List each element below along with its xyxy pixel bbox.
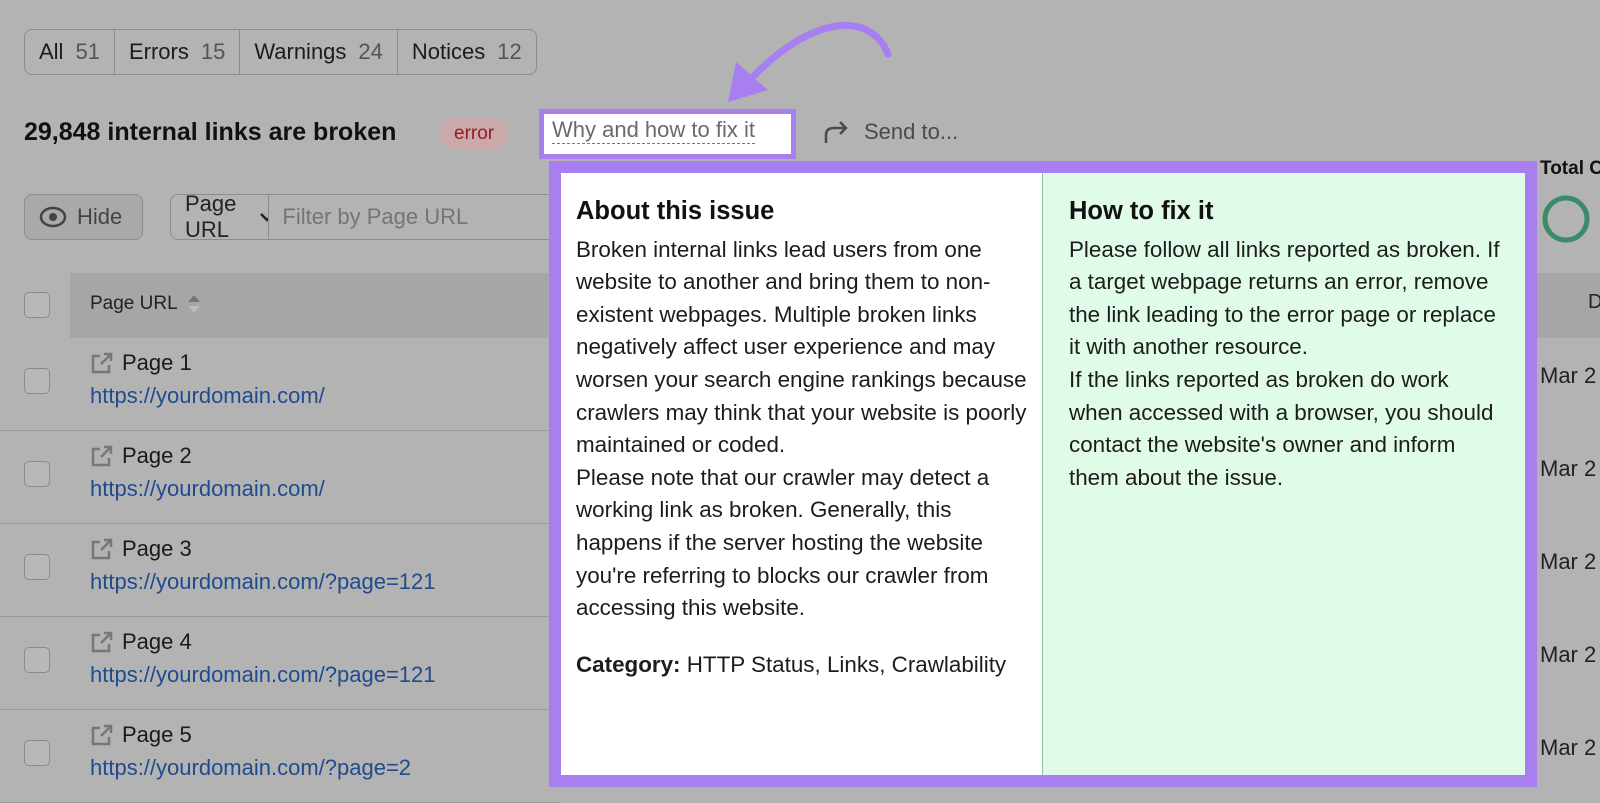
page-title: Page 5 <box>122 722 192 747</box>
annotation-arrow-icon <box>728 22 892 102</box>
how-to-fix-section: How to fix it Please follow all links re… <box>1043 173 1525 775</box>
table-row: Page 1 https://yourdomain.com/ <box>0 338 560 431</box>
page-url-link[interactable]: https://yourdomain.com/?page=2 <box>90 755 411 781</box>
category: Category: HTTP Status, Links, Crawlabili… <box>576 649 1028 682</box>
issue-info-popup: About this issue Broken internal links l… <box>549 161 1537 787</box>
why-and-how-to-fix-link[interactable]: Why and how to fix it <box>539 109 796 159</box>
row-checkbox[interactable] <box>24 368 50 394</box>
page-title: Page 2 <box>122 443 192 468</box>
date-column-header: D <box>1588 291 1600 313</box>
external-link-icon[interactable] <box>90 724 114 746</box>
page-label: Page 4 <box>90 629 192 655</box>
page-label: Page 3 <box>90 536 192 562</box>
why-link-text: Why and how to fix it <box>552 117 755 144</box>
tab-label: Warnings <box>254 39 347 64</box>
page-url-link[interactable]: https://yourdomain.com/ <box>90 383 325 409</box>
tab-count: 12 <box>497 39 522 64</box>
page-url-link[interactable]: https://yourdomain.com/ <box>90 476 325 502</box>
page-title: Page 3 <box>122 536 192 561</box>
row-checkbox[interactable] <box>24 740 50 766</box>
page-title: Page 4 <box>122 629 192 654</box>
row-date: Mar 2 <box>1540 735 1597 760</box>
sort-icon <box>187 295 200 313</box>
issue-title: 29,848 internal links are broken <box>24 118 397 146</box>
filter-input[interactable] <box>269 195 571 239</box>
about-paragraph: Broken internal links lead users from on… <box>576 236 1027 458</box>
external-link-icon[interactable] <box>90 352 114 374</box>
page-label: Page 5 <box>90 722 192 748</box>
page-url-link[interactable]: https://yourdomain.com/?page=121 <box>90 569 436 595</box>
table-row: Page 4 https://yourdomain.com/?page=121 <box>0 617 560 710</box>
page-label: Page 2 <box>90 443 192 469</box>
page-label: Page 1 <box>90 350 192 376</box>
tab-count: 15 <box>200 39 226 64</box>
fix-paragraph: If the links reported as broken do work … <box>1069 366 1494 490</box>
fix-paragraph: Please follow all links reported as brok… <box>1069 236 1500 360</box>
column-select[interactable]: Page URL <box>171 191 270 242</box>
fix-title: How to fix it <box>1069 197 1214 225</box>
tab-label: Errors <box>128 39 189 64</box>
table-row: Page 3 https://yourdomain.com/?page=121 <box>0 524 560 617</box>
header-label: Page URL <box>90 293 178 314</box>
category-value: HTTP Status, Links, Crawlability <box>686 651 1007 677</box>
external-link-icon[interactable] <box>90 538 114 560</box>
row-checkbox[interactable] <box>24 647 50 673</box>
row-date: Mar 2 <box>1540 363 1597 388</box>
tab-errors[interactable]: Errors 15 <box>115 30 241 74</box>
tab-label: Notices <box>411 39 486 64</box>
total-donut-icon <box>1542 195 1590 243</box>
row-date: Mar 2 <box>1540 549 1597 574</box>
about-issue-section: About this issue Broken internal links l… <box>561 173 1043 775</box>
external-link-icon[interactable] <box>90 631 114 653</box>
chevron-down-icon <box>260 213 269 222</box>
table-row: Page 2 https://yourdomain.com/ <box>0 431 560 524</box>
about-title: About this issue <box>576 197 775 225</box>
row-checkbox[interactable] <box>24 554 50 580</box>
tab-all[interactable]: All 51 <box>25 30 115 74</box>
category-label: Category: <box>576 651 681 677</box>
table-row: Page 5 https://yourdomain.com/?page=2 <box>0 710 560 803</box>
page-url-column-header[interactable]: Page URL <box>90 293 202 315</box>
page-title: Page 1 <box>122 350 192 375</box>
hide-label: Hide <box>77 204 123 229</box>
issue-filter-tabs: All 51 Errors 15 Warnings 24 Notices 12 <box>24 29 537 75</box>
row-checkbox[interactable] <box>24 461 50 487</box>
select-all-checkbox[interactable] <box>24 292 50 318</box>
tab-warnings[interactable]: Warnings 24 <box>240 30 398 74</box>
row-date: Mar 2 <box>1540 456 1597 481</box>
filter-bar: Page URL <box>170 191 571 242</box>
tab-count: 24 <box>358 39 383 64</box>
error-badge: error <box>440 118 509 150</box>
page-url-link[interactable]: https://yourdomain.com/?page=121 <box>90 662 436 688</box>
total-label: Total C <box>1540 158 1600 179</box>
column-select-value: Page URL <box>185 191 237 242</box>
hide-button[interactable]: Hide <box>24 194 143 240</box>
tab-notices[interactable]: Notices 12 <box>398 30 536 74</box>
row-date: Mar 2 <box>1540 642 1597 667</box>
tab-label: All <box>39 39 64 64</box>
eye-icon <box>39 206 67 228</box>
send-to-button[interactable]: Send to... <box>822 119 958 145</box>
tab-count: 51 <box>75 39 100 64</box>
about-paragraph: Please note that our crawler may detect … <box>576 464 990 621</box>
send-to-label: Send to... <box>864 119 959 144</box>
external-link-icon[interactable] <box>90 445 114 467</box>
share-arrow-icon <box>824 121 848 143</box>
